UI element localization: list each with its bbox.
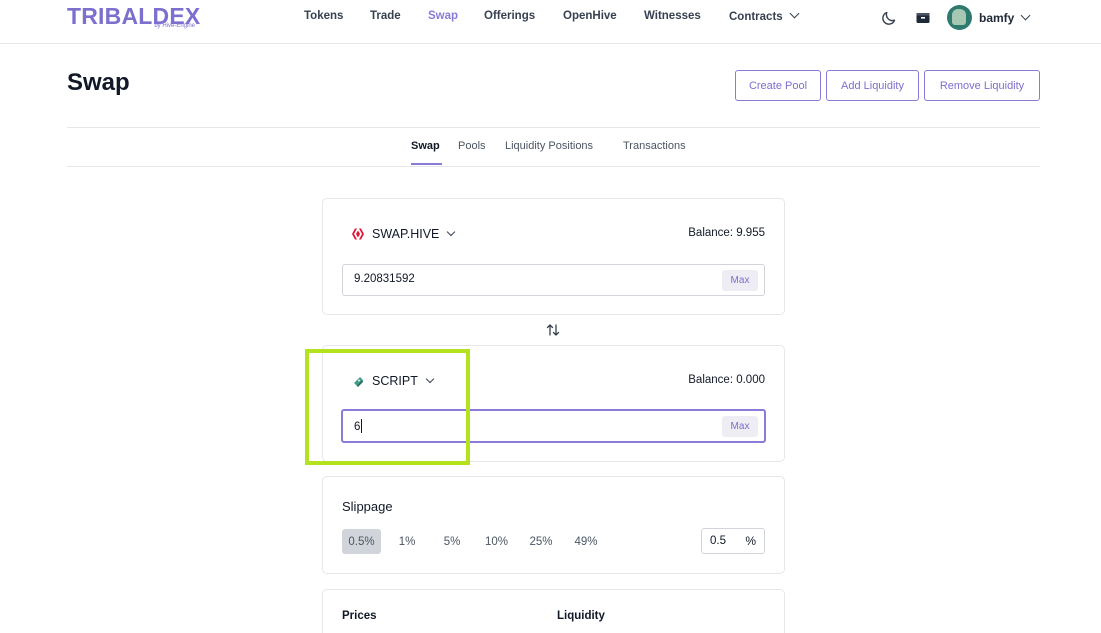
nav-tokens[interactable]: Tokens [304, 10, 343, 22]
hive-icon [352, 228, 364, 240]
from-amount-input[interactable]: 9.20831592 Max [342, 264, 765, 296]
nav-contracts-dropdown[interactable]: Contracts [729, 8, 800, 23]
chevron-down-icon[interactable] [1020, 10, 1031, 21]
from-amount-value: 9.20831592 [354, 273, 415, 285]
nav-openhive[interactable]: OpenHive [563, 10, 617, 22]
slippage-title: Slippage [342, 499, 393, 514]
username[interactable]: bamfy [979, 11, 1014, 25]
liquidity-label: Liquidity [557, 610, 605, 622]
to-max-button[interactable]: Max [722, 416, 758, 437]
slippage-option[interactable]: 5% [437, 529, 467, 554]
tab-liquidity-positions[interactable]: Liquidity Positions [505, 140, 593, 152]
slippage-custom-input[interactable]: 0.5 % [701, 528, 765, 554]
nav-trade[interactable]: Trade [370, 10, 401, 22]
from-max-button[interactable]: Max [722, 270, 758, 291]
from-balance: Balance: 9.955 [688, 227, 765, 239]
active-tab-indicator [411, 163, 442, 165]
create-pool-button[interactable]: Create Pool [735, 70, 821, 101]
slippage-option[interactable]: 1% [392, 529, 422, 554]
tab-transactions[interactable]: Transactions [623, 140, 686, 152]
nav-witnesses[interactable]: Witnesses [644, 10, 701, 22]
nav-swap[interactable]: Swap [428, 10, 458, 22]
chevron-down-icon [447, 227, 456, 237]
slippage-custom-value: 0.5 [710, 535, 726, 547]
slippage-option[interactable]: 49% [569, 529, 603, 554]
logo-subtext: by Hive-Engine [154, 23, 195, 29]
to-balance: Balance: 0.000 [688, 374, 765, 386]
divider [67, 166, 1040, 167]
pool-info-card: Prices Liquidity [322, 589, 785, 633]
add-liquidity-button[interactable]: Add Liquidity [826, 70, 919, 101]
top-navbar: TRIBALDEX by Hive-Engine Tokens Trade Sw… [0, 0, 1101, 44]
remove-liquidity-button[interactable]: Remove Liquidity [924, 70, 1040, 101]
chevron-down-icon [789, 8, 800, 19]
slippage-unit: % [745, 534, 756, 548]
from-token-symbol: SWAP.HIVE [372, 227, 440, 241]
moon-icon[interactable] [880, 9, 898, 27]
slippage-option[interactable]: 10% [479, 529, 514, 554]
slippage-option[interactable]: 0.5% [342, 529, 381, 554]
user-avatar[interactable] [947, 5, 972, 30]
divider [67, 127, 1040, 128]
tribaldex-logo[interactable]: TRIBALDEX by Hive-Engine [67, 3, 200, 31]
wallet-icon[interactable] [914, 9, 932, 27]
tab-pools[interactable]: Pools [458, 140, 486, 152]
tab-swap[interactable]: Swap [411, 140, 440, 152]
highlight-annotation [305, 349, 470, 465]
nav-offerings[interactable]: Offerings [484, 10, 535, 22]
slippage-option[interactable]: 25% [524, 529, 558, 554]
swap-direction-icon[interactable] [545, 322, 561, 338]
from-token-select[interactable]: SWAP.HIVE [351, 227, 456, 241]
slippage-card: Slippage 0.5% 1% 5% 10% 25% 49% 0.5 % [322, 476, 785, 574]
page-title: Swap [67, 69, 130, 96]
prices-label: Prices [342, 610, 377, 622]
from-token-card: SWAP.HIVE Balance: 9.955 9.20831592 Max [322, 198, 785, 315]
nav-contracts-label: Contracts [729, 11, 783, 23]
